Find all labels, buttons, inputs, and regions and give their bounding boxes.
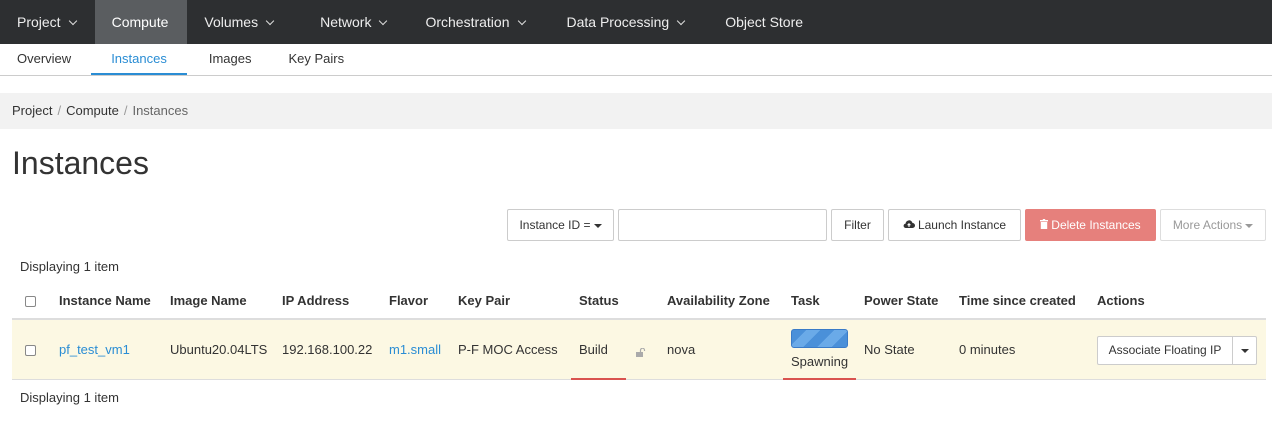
topnav-data-processing[interactable]: Data Processing (544, 0, 704, 44)
column-header[interactable]: Key Pair (458, 287, 510, 315)
item-count-top: Displaying 1 item (20, 259, 119, 274)
topnav-network[interactable]: Network (292, 0, 405, 44)
filter-field-label: Instance ID = (519, 218, 591, 232)
row-checkbox[interactable] (25, 345, 36, 356)
breadcrumb-compute[interactable]: Compute (66, 103, 119, 118)
chevron-down-icon (517, 16, 526, 26)
topnav-compute[interactable]: Compute (94, 0, 188, 44)
item-count-bottom: Displaying 1 item (20, 390, 119, 405)
topnav-object-store-label: Object Store (725, 14, 804, 30)
breadcrumb-current: Instances (132, 103, 189, 118)
top-nav: Project Compute Volumes Network Orchestr… (0, 0, 1272, 44)
topnav-object-store[interactable]: Object Store (703, 0, 822, 44)
row-actions-dropdown-toggle[interactable] (1232, 336, 1257, 365)
flavor-link[interactable]: m1.small (389, 320, 441, 380)
status-underline (571, 378, 626, 380)
key-pair: P-F MOC Access (458, 342, 558, 357)
topnav-orchestration-label: Orchestration (425, 14, 510, 30)
topnav-volumes[interactable]: Volumes (187, 0, 292, 44)
filter-field-dropdown[interactable]: Instance ID = (507, 209, 614, 241)
cloud-upload-icon (903, 210, 915, 240)
filter-input[interactable] (618, 209, 827, 241)
column-header: Actions (1097, 293, 1145, 308)
column-header[interactable]: Task (791, 287, 820, 315)
select-all-checkbox[interactable] (25, 296, 36, 307)
topnav-project[interactable]: Project (0, 0, 95, 44)
tab-instances[interactable]: Instances (91, 44, 187, 75)
chevron-down-icon (265, 16, 275, 26)
chevron-down-icon (676, 16, 686, 26)
column-header[interactable]: Flavor (389, 287, 428, 315)
caret-down-icon (1245, 223, 1254, 228)
topnav-compute-label: Compute (111, 14, 169, 30)
ip-address: 192.168.100.22 (282, 342, 373, 357)
power-state: No State (864, 342, 915, 357)
task-label: Spawning (791, 354, 849, 369)
topnav-project-label: Project (17, 14, 61, 30)
launch-instance-label: Launch Instance (917, 218, 1007, 232)
trash-icon (1040, 210, 1049, 240)
delete-instances-button[interactable]: Delete Instances (1025, 209, 1156, 241)
more-actions-button[interactable]: More Actions (1160, 209, 1266, 241)
page-title: Instances (12, 145, 149, 181)
column-header[interactable]: Time since created (959, 287, 1076, 315)
caret-down-icon (1241, 349, 1249, 353)
tab-key-pairs[interactable]: Key Pairs (271, 44, 364, 75)
tab-overview[interactable]: Overview (0, 44, 91, 75)
launch-instance-button[interactable]: Launch Instance (888, 209, 1021, 241)
topnav-network-label: Network (320, 14, 372, 30)
associate-floating-ip-button[interactable]: Associate Floating IP (1097, 336, 1233, 365)
topnav-volumes-label: Volumes (204, 14, 259, 30)
time-since-created: 0 minutes (959, 342, 1016, 357)
table-row: pf_test_vm1 Ubuntu20.04LTS 192.168.100.2… (12, 320, 1266, 380)
column-header[interactable]: Image Name (170, 287, 247, 315)
tab-images[interactable]: Images (189, 44, 272, 75)
topnav-data-processing-label: Data Processing (566, 14, 670, 30)
column-header[interactable]: Availability Zone (667, 287, 770, 315)
column-header[interactable]: IP Address (282, 287, 349, 315)
topnav-orchestration[interactable]: Orchestration (405, 0, 543, 44)
filter-button[interactable]: Filter (831, 209, 884, 241)
breadcrumb-separator: / (57, 103, 62, 118)
column-header[interactable]: Instance Name (59, 287, 151, 315)
column-header[interactable]: Status (579, 287, 619, 315)
chevron-down-icon (68, 16, 77, 26)
chevron-down-icon (379, 16, 388, 26)
sub-nav: Overview Instances Images Key Pairs (0, 44, 1272, 76)
more-actions-label: More Actions (1172, 218, 1243, 232)
breadcrumb-separator: / (123, 103, 128, 118)
task-progress-bar (791, 329, 848, 348)
image-name: Ubuntu20.04LTS (170, 342, 268, 357)
column-header[interactable]: Power State (864, 287, 938, 315)
table-header: Instance Name Image Name IP Address Flav… (12, 287, 1266, 320)
status: Build (579, 342, 608, 357)
caret-down-icon (593, 223, 602, 228)
unlock-icon (636, 345, 646, 357)
instance-name-link[interactable]: pf_test_vm1 (59, 320, 130, 380)
breadcrumb-project[interactable]: Project (12, 103, 52, 118)
availability-zone: nova (667, 342, 696, 357)
breadcrumb: Project / Compute / Instances (0, 93, 1272, 129)
delete-instances-label: Delete Instances (1051, 218, 1141, 232)
task-underline (783, 378, 856, 380)
